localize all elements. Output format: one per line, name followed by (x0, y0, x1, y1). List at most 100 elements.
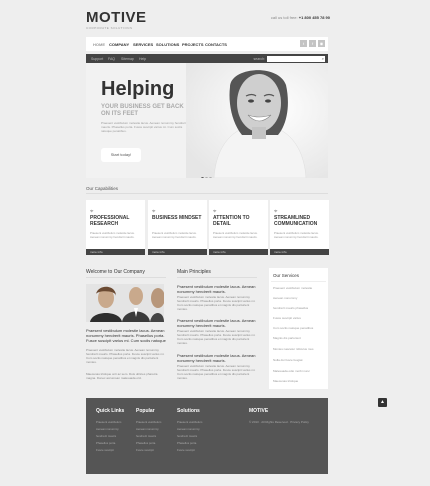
welcome-lead: Praesent vestibulum molestie lacus. Aene… (86, 328, 166, 343)
card-title: ATTENTION TO DETAIL (213, 215, 250, 227)
more-info-button[interactable]: more info (209, 249, 268, 255)
card-title: PROFESSIONAL RESEARCH (90, 215, 130, 227)
search-label: search: (253, 56, 265, 61)
footer-link[interactable]: Aenean nonummy (177, 427, 200, 431)
twitter-icon[interactable]: t (300, 40, 307, 47)
footer-link[interactable]: hendrerit mauris (96, 434, 116, 438)
main-nav: HOME COMPANY SERVICES SOLUTIONS PROJECTS… (86, 37, 328, 51)
capability-card: ⌖ PROFESSIONAL RESEARCH Praesent vestibu… (86, 200, 145, 255)
principle-lead: Praesent vestibulum molestie lacus. Aene… (177, 284, 256, 294)
subnav-support[interactable]: Support (91, 57, 103, 61)
service-link[interactable]: Nulla dui fusce feugiat (273, 358, 303, 362)
service-link[interactable]: Praesent vestibulum molestie (273, 286, 312, 290)
card-title: STREAMLINED COMMUNICATION (274, 215, 318, 227)
welcome-text: Praesent vestibulum molestie lacus. Aene… (86, 348, 165, 364)
footer-link[interactable]: Fusce suscipit (96, 448, 114, 452)
capabilities-title: Our Capabilities (86, 186, 119, 191)
service-link[interactable]: Aenean nonummy (273, 296, 297, 300)
principle-item: Praesent vestibulum molestie lacus. Aene… (177, 284, 257, 311)
card-text: Praesent vestibulum molestie lacus. Aene… (152, 231, 197, 239)
capability-card: ⌖ STREAMLINED COMMUNICATION Praesent ves… (270, 200, 329, 255)
service-link[interactable]: Fusce suscipit varius (273, 316, 301, 320)
service-link[interactable]: Montes nascetur ridiculus mus (273, 347, 314, 351)
footer-link[interactable]: Fusce suscipit (177, 448, 195, 452)
card-text: Praesent vestibulum molestie lacus. Aene… (90, 231, 135, 239)
footer-brand: MOTIVE (249, 408, 269, 414)
footer-column-title: Quick Links (96, 408, 125, 414)
services-panel: Our Services Praesent vestibulum molesti… (269, 268, 328, 389)
divider (86, 277, 166, 278)
start-today-button[interactable]: Start today! (101, 148, 141, 162)
site-logo[interactable]: MOTIVE (86, 9, 147, 26)
footer-link[interactable]: Phasellus porta (136, 441, 155, 445)
rss-icon[interactable]: ◉ (318, 40, 325, 47)
service-link[interactable]: Cum sociis natoque penatibus (273, 326, 313, 330)
services-title: Our Services (273, 273, 300, 278)
principle-item: Praesent vestibulum molestie lacus. Aene… (177, 353, 257, 380)
card-text: Praesent vestibulum molestie lacus. Aene… (274, 231, 319, 239)
card-text: Praesent vestibulum molestie lacus. Aene… (213, 231, 258, 239)
subnav-help[interactable]: Help (139, 57, 146, 61)
hero-slider: Helping YOUR BUSINESS GET BACK ON ITS FE… (86, 63, 328, 178)
site-tagline: CORPORATE SOLUTIONS (86, 26, 133, 30)
welcome-title: Welcome to Our Company (86, 269, 145, 275)
principles-title: Main Principles (177, 269, 211, 275)
more-info-button[interactable]: more info (148, 249, 207, 255)
nav-contacts[interactable]: CONTACTS (205, 42, 227, 47)
hero-subtitle: YOUR BUSINESS GET BACK ON ITS FEET (101, 104, 184, 117)
nav-projects[interactable]: PROJECTS (182, 42, 204, 47)
service-link[interactable]: Malesuada odio morbi nunc (273, 369, 310, 373)
footer-link[interactable]: Aenean nonummy (96, 427, 119, 431)
footer-link[interactable]: Fusce suscipit (136, 448, 154, 452)
nav-services[interactable]: SERVICES (133, 42, 153, 47)
principle-text: Praesent vestibulum molestie lacus. Aene… (177, 364, 256, 380)
nav-solutions[interactable]: SOLUTIONS (156, 42, 179, 47)
divider (271, 281, 326, 282)
footer-column-title: Solutions (177, 408, 200, 414)
divider (177, 277, 257, 278)
footer: Quick Links Praesent vestibulum Aenean n… (86, 398, 328, 474)
subnav-faq[interactable]: FAQ (108, 57, 115, 61)
footer-link[interactable]: Phasellus porta (177, 441, 196, 445)
welcome-text: Maecenas tristique orci ac sem. Duis ult… (86, 372, 158, 380)
more-info-button[interactable]: more info (270, 249, 329, 255)
nav-company[interactable]: COMPANY (109, 42, 129, 47)
hero-text: Praesent vestibulum molestie lacus. Aene… (101, 121, 187, 133)
card-title: BUSINESS MINDSET (152, 215, 202, 221)
copyright: © 2013 · All Rights Reserved · Privacy P… (249, 420, 309, 424)
footer-link[interactable]: hendrerit mauris (136, 434, 156, 438)
service-link[interactable]: hendrerit mauris phasellus (273, 306, 308, 310)
footer-link[interactable]: Praesent vestibulum (177, 420, 202, 424)
footer-link[interactable]: Phasellus porta (96, 441, 115, 445)
footer-link[interactable]: Praesent vestibulum (96, 420, 121, 424)
principle-text: Praesent vestibulum molestie lacus. Aene… (177, 295, 256, 311)
service-link[interactable]: Maecenas tristique (273, 379, 298, 383)
subnav-sitemap[interactable]: Sitemap (121, 57, 134, 61)
footer-column-title: Popular (136, 408, 155, 414)
phone-number: +1 800 455 78 90 (298, 15, 330, 20)
divider (86, 193, 328, 194)
capability-card: ⌖ ATTENTION TO DETAIL Praesent vestibulu… (209, 200, 268, 255)
slider-dots (201, 167, 213, 178)
footer-link[interactable]: Aenean nonummy (136, 427, 159, 431)
nav-home[interactable]: HOME (93, 42, 105, 47)
phone-label: call us toll free: (270, 15, 298, 20)
slider-dot[interactable] (209, 177, 212, 178)
slider-dot[interactable] (205, 177, 208, 178)
facebook-icon[interactable]: f (309, 40, 316, 47)
principle-lead: Praesent vestibulum molestie lacus. Aene… (177, 353, 256, 363)
more-info-button[interactable]: more info (86, 249, 145, 255)
arrow-up-icon[interactable]: ▲ (378, 398, 387, 407)
search-input[interactable] (267, 55, 325, 62)
principle-text: Praesent vestibulum molestie lacus. Aene… (177, 329, 256, 345)
service-link[interactable]: Magnis dis parturient (273, 336, 301, 340)
footer-link[interactable]: Praesent vestibulum (136, 420, 161, 424)
hero-title: Helping (101, 78, 175, 100)
search-icon[interactable]: ⌕ (322, 56, 324, 61)
phone-info: call us toll free: +1 800 455 78 90 (271, 15, 330, 20)
principle-item: Praesent vestibulum molestie lacus. Aene… (177, 318, 257, 345)
slider-dot[interactable] (201, 177, 204, 178)
business-people-photo (86, 284, 164, 322)
footer-link[interactable]: hendrerit mauris (177, 434, 197, 438)
principle-lead: Praesent vestibulum molestie lacus. Aene… (177, 318, 256, 328)
